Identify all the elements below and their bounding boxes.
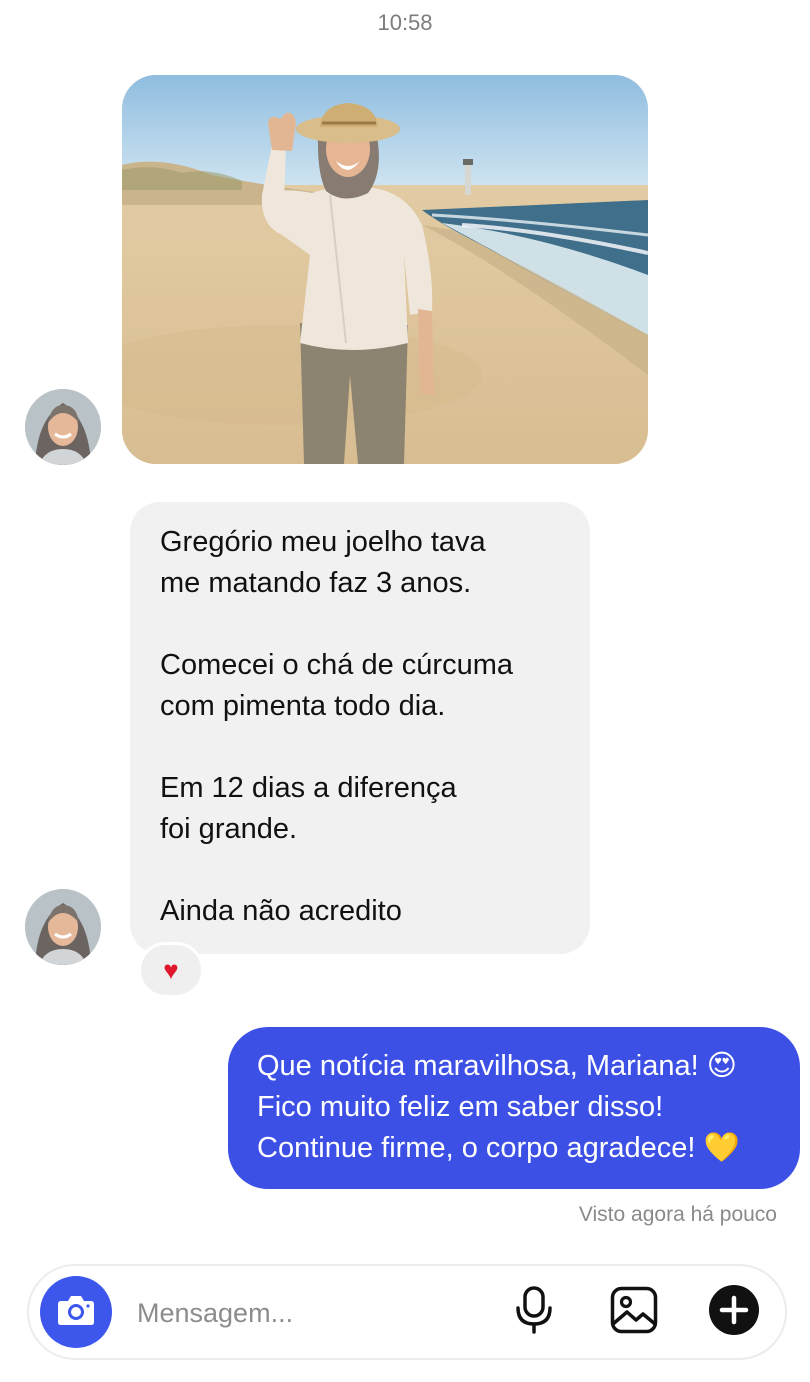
more-options-button[interactable] [708, 1284, 760, 1341]
seen-status: Visto agora há pouco [578, 1203, 777, 1226]
contact-avatar[interactable] [25, 389, 101, 465]
heart-icon: ♥ [163, 954, 179, 985]
gallery-button[interactable] [608, 1286, 660, 1338]
message-input[interactable] [135, 1288, 479, 1338]
photo-message[interactable] [122, 75, 648, 464]
incoming-message-text: Comecei o chá de cúrcuma com pimenta tod… [160, 649, 513, 722]
contact-avatar[interactable] [25, 889, 101, 965]
incoming-message-bubble[interactable]: Gregório meu joelho tava me matando faz … [130, 502, 590, 954]
camera-button[interactable] [40, 1276, 112, 1348]
microphone-icon [514, 1285, 554, 1339]
heart-reaction[interactable]: ♥ [138, 942, 204, 998]
outgoing-message-text: Fico muito feliz em saber disso! [257, 1091, 664, 1123]
incoming-message-text: Ainda não acredito [160, 895, 402, 927]
outgoing-message-text: Que notícia maravilhosa, Mariana! 😍 [257, 1050, 737, 1082]
outgoing-message-text: Continue firme, o corpo agradece! 💛 [257, 1132, 740, 1164]
outgoing-message-bubble[interactable]: Que notícia maravilhosa, Mariana! 😍 Fico… [228, 1027, 800, 1189]
beach-photo [122, 75, 648, 464]
incoming-message-text: Em 12 dias a diferença foi grande. [160, 772, 457, 845]
incoming-message-text: Gregório meu joelho tava me matando faz … [160, 526, 486, 599]
camera-icon [57, 1294, 95, 1331]
message-timestamp: 10:58 [377, 10, 433, 35]
plus-icon [708, 1284, 760, 1341]
message-composer [27, 1264, 787, 1360]
voice-message-button[interactable] [508, 1285, 560, 1339]
gallery-icon [610, 1286, 658, 1339]
